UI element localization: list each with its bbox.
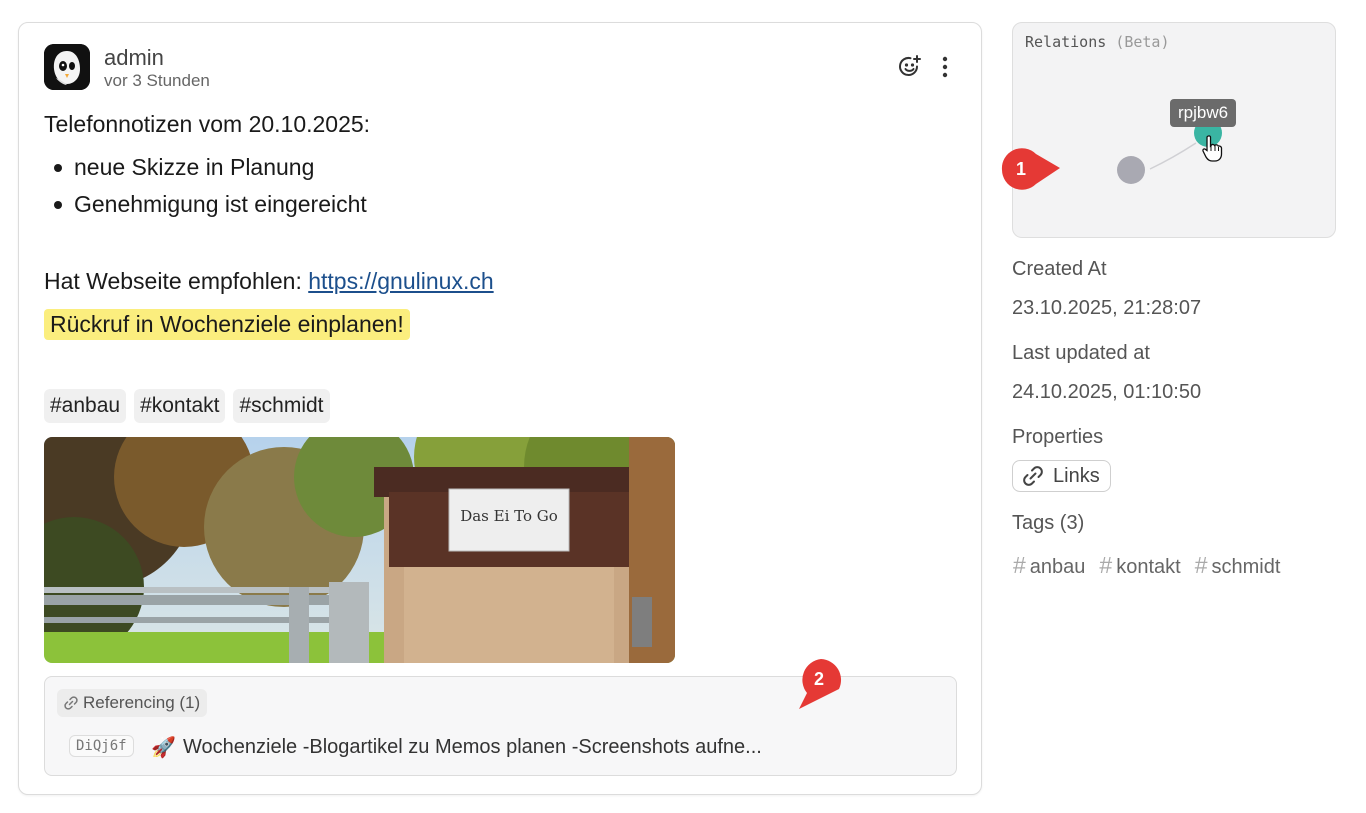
more-options-icon[interactable] — [936, 54, 954, 80]
list-item: neue Skizze in Planung — [44, 149, 367, 186]
memo-timestamp[interactable]: vor 3 Stunden — [104, 71, 210, 91]
sidebar-tags: # anbau # kontakt # schmidt — [1013, 552, 1280, 579]
add-reaction-icon[interactable] — [897, 54, 923, 80]
properties-label: Properties — [1012, 426, 1104, 448]
tag-schmidt[interactable]: #schmidt — [233, 389, 330, 423]
list-item: Genehmigung ist eingereicht — [44, 186, 367, 223]
rocket-icon: 🚀 — [151, 737, 176, 759]
hash-icon: # — [1013, 552, 1026, 578]
avatar[interactable] — [44, 44, 90, 90]
tags-count-label: Tags (3) — [1012, 512, 1085, 534]
marker-number: 1 — [1016, 159, 1027, 179]
relations-graph[interactable] — [1013, 23, 1337, 239]
sidebar-tag-label: kontakt — [1116, 556, 1181, 578]
sidebar-tag-label: schmidt — [1211, 556, 1281, 578]
hash-icon: # — [1099, 552, 1113, 578]
updated-at-label: Last updated at — [1012, 342, 1150, 364]
highlighted-text: Rückruf in Wochenziele einplanen! — [44, 309, 410, 340]
website-link[interactable]: https://gnulinux.ch — [308, 268, 493, 294]
callout-marker-2: 2 — [795, 655, 847, 711]
sidebar-tag-label: anbau — [1029, 556, 1086, 578]
recommend-text: Hat Webseite empfohlen: — [44, 268, 309, 294]
referencing-count: Referencing (1) — [83, 693, 201, 712]
node-tooltip: rpjbw6 — [1170, 99, 1237, 127]
hash-icon: # — [1194, 552, 1208, 578]
reference-title[interactable]: Wochenziele -Blogartikel zu Memos planen… — [183, 736, 762, 759]
referencing-label: Referencing (1) — [57, 689, 208, 717]
link-icon — [64, 696, 78, 710]
sidebar-tag-anbau[interactable]: # anbau — [1013, 552, 1085, 579]
recommend-line: Hat Webseite empfohlen: https://gnulinux… — [44, 268, 494, 295]
links-property-chip[interactable]: Links — [1012, 460, 1111, 492]
link-icon — [1023, 466, 1043, 486]
relations-title: Relations (Beta) — [1025, 33, 1170, 51]
relations-panel[interactable]: Relations (Beta) rpjbw6 — [1012, 22, 1336, 238]
memo-heading: Telefonnotizen vom 20.10.2025: — [44, 111, 371, 137]
updated-at-value: 24.10.2025, 01:10:50 — [1012, 381, 1202, 403]
sidebar-tag-schmidt[interactable]: # schmidt — [1195, 552, 1281, 579]
callout-marker-1: 1 — [998, 148, 1062, 192]
memo-photo[interactable]: Das Ei To Go — [44, 437, 675, 663]
created-at-value: 23.10.2025, 21:28:07 — [1012, 297, 1202, 319]
author-name[interactable]: admin — [104, 45, 164, 71]
bullet-list: neue Skizze in Planung Genehmigung ist e… — [44, 149, 367, 223]
links-label: Links — [1053, 464, 1100, 487]
memo-tags: #anbau #kontakt #schmidt — [44, 389, 330, 423]
reference-id[interactable]: DiQj6f — [69, 735, 134, 757]
tag-anbau[interactable]: #anbau — [44, 389, 127, 423]
beta-label: (Beta) — [1115, 33, 1170, 51]
marker-number: 2 — [814, 669, 825, 689]
tag-kontakt[interactable]: #kontakt — [134, 389, 226, 423]
graph-node-referenced[interactable] — [1117, 156, 1145, 184]
created-at-label: Created At — [1012, 258, 1107, 280]
relations-label: Relations — [1025, 33, 1107, 51]
sidebar-tag-kontakt[interactable]: # kontakt — [1099, 552, 1180, 579]
photo-sign: Das Ei To Go — [460, 507, 558, 525]
hand-cursor-icon — [1202, 135, 1223, 162]
